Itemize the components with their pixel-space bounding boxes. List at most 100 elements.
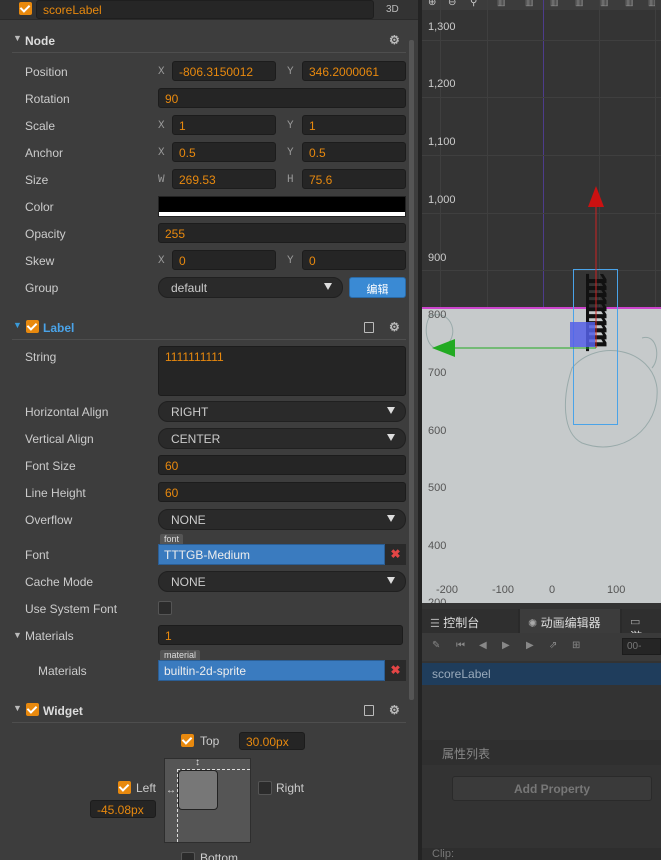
anchor-y-field[interactable]: 0.5 [302,142,406,162]
clear-font-icon[interactable]: ✖ [385,544,406,565]
node-section-header[interactable]: ▼ Node ⚙ [0,29,418,53]
group-select[interactable]: default [158,277,343,298]
string-textarea[interactable]: 1111111111 [158,346,406,396]
animation-toolbar: ✎ ⏮ ◀ ▶ ▶ ⇗ ⊞ 00- [422,633,661,661]
widget-node-box [178,770,218,810]
node-active-checkbox[interactable] [19,2,32,15]
3d-toggle[interactable]: 3D [386,4,399,15]
chevron-down-icon [387,577,395,584]
chevron-down-icon [324,283,332,290]
vertical-align-select[interactable]: CENTER [158,428,406,449]
color-swatch[interactable] [158,196,406,217]
book-icon[interactable] [364,705,374,716]
gear-icon[interactable]: ⚙ [389,321,401,333]
materials-label: Materials [25,629,74,643]
position-y-field[interactable]: 346.2000061 [302,61,406,81]
scale-x-field[interactable]: 1 [172,115,276,135]
collapse-arrow-icon: ▼ [13,33,22,43]
font-asset-field[interactable]: TTTGB-Medium [158,544,385,565]
align-icon[interactable]: ▥ [575,0,584,8]
widget-top-field[interactable]: 30.00px [239,732,305,750]
anchor-x-field[interactable]: 0.5 [172,142,276,162]
widget-left-field[interactable]: -45.08px [90,800,156,818]
tab-animation-editor[interactable]: ✺ 动画编辑器 [520,609,620,633]
font-size-field[interactable]: 60 [158,455,406,475]
use-system-font-checkbox[interactable] [158,601,172,615]
widget-enabled-checkbox[interactable] [26,703,39,716]
horizontal-align-select[interactable]: RIGHT [158,401,406,422]
overflow-select[interactable]: NONE [158,509,406,530]
widget-alignment-diagram: ↕ ↔ [164,757,251,843]
left-arrow-icon: ↔ [166,785,176,796]
anchor-y-axis: Y [287,147,294,159]
position-x-field[interactable]: -806.3150012 [172,61,276,81]
skew-y-field[interactable]: 0 [302,250,406,270]
y-axis-label: 1,200 [428,78,456,90]
prev-frame-icon[interactable]: ◀ [479,641,489,651]
collapse-arrow-icon: ▼ [13,320,22,330]
bottom-panel: ☰ 控制台 ✺ 动画编辑器 ▭ 游 ✎ ⏮ ◀ ▶ ▶ ⇗ ⊞ 00- scor… [422,603,661,860]
align-icon[interactable]: ▥ [625,0,634,8]
material-asset-field[interactable]: builtin-2d-sprite [158,660,385,681]
label-enabled-checkbox[interactable] [26,320,39,333]
widget-bottom-label: Bottom [200,851,239,860]
horizontal-align-value: RIGHT [171,405,209,419]
widget-right-checkbox[interactable] [258,781,272,795]
inspector-scrollbar[interactable] [409,40,414,700]
materials-count-field[interactable]: 1 [158,625,403,645]
chevron-down-icon [387,407,395,414]
animation-icon: ✺ [528,618,538,630]
rotation-field[interactable]: 90 [158,88,406,108]
divider [12,52,406,53]
open-external-icon[interactable]: ⇗ [549,641,559,651]
animated-node-row[interactable]: scoreLabel [422,663,661,685]
label-section-header[interactable]: ▼ Label ⚙ [0,316,418,340]
align-icon[interactable]: ▥ [497,0,506,8]
widget-left-checkbox[interactable] [118,781,131,794]
cache-mode-label: Cache Mode [25,575,94,589]
widget-section-header[interactable]: ▼ Widget ⚙ [0,699,418,723]
edit-icon[interactable]: ✎ [432,641,442,651]
line-height-field[interactable]: 60 [158,482,406,502]
widget-bottom-checkbox[interactable] [181,852,195,860]
align-icon[interactable]: ▥ [550,0,559,8]
next-frame-icon[interactable]: ▶ [526,641,536,651]
edit-group-button[interactable]: 编辑 [349,277,406,298]
align-icon[interactable]: ▥ [525,0,534,8]
node-name-input[interactable]: scoreLabel [36,0,374,19]
time-input[interactable]: 00- [622,638,661,655]
scale-y-field[interactable]: 1 [302,115,406,135]
x-axis-label: -200 [436,584,459,596]
zoom-out-icon[interactable]: ⊖ [448,0,456,8]
add-property-button[interactable]: Add Property [452,776,652,801]
tab-game[interactable]: ▭ 游 [622,609,661,644]
tab-console[interactable]: ☰ 控制台 [422,609,518,633]
scene-view[interactable]: ⊕ ⊖ ⚲ ▥ ▥ ▥ ▥ ▥ ▥ ▥ 1,300 1,200 1,100 1,… [422,0,661,603]
opacity-field[interactable]: 255 [158,223,406,243]
book-icon[interactable] [364,322,374,333]
collapse-arrow-icon[interactable]: ▼ [13,630,22,640]
gear-icon[interactable]: ⚙ [389,704,401,716]
gear-icon[interactable]: ⚙ [389,34,401,46]
skew-x-field[interactable]: 0 [172,250,276,270]
clear-material-icon[interactable]: ✖ [385,660,406,681]
size-h-field[interactable]: 75.6 [302,169,406,189]
play-icon[interactable]: ▶ [502,641,512,651]
zoom-in-icon[interactable]: ⊕ [428,0,436,8]
x-axis-label: 100 [607,584,626,596]
position-x-axis: X [158,66,165,78]
search-icon[interactable]: ⚲ [470,0,477,8]
first-frame-icon[interactable]: ⏮ [456,641,466,651]
size-w-field[interactable]: 269.53 [172,169,276,189]
anchor-label: Anchor [25,146,64,160]
add-event-icon[interactable]: ⊞ [572,641,582,651]
console-icon: ☰ [430,618,440,630]
align-icon[interactable]: ▥ [600,0,609,8]
label-section-title: Label [43,321,75,335]
cache-mode-select[interactable]: NONE [158,571,406,592]
opacity-label: Opacity [25,227,66,241]
move-gizmo[interactable] [422,180,661,380]
property-list-header: 属性列表 [422,740,661,765]
grid-line [422,155,661,156]
widget-top-checkbox[interactable] [181,734,194,747]
